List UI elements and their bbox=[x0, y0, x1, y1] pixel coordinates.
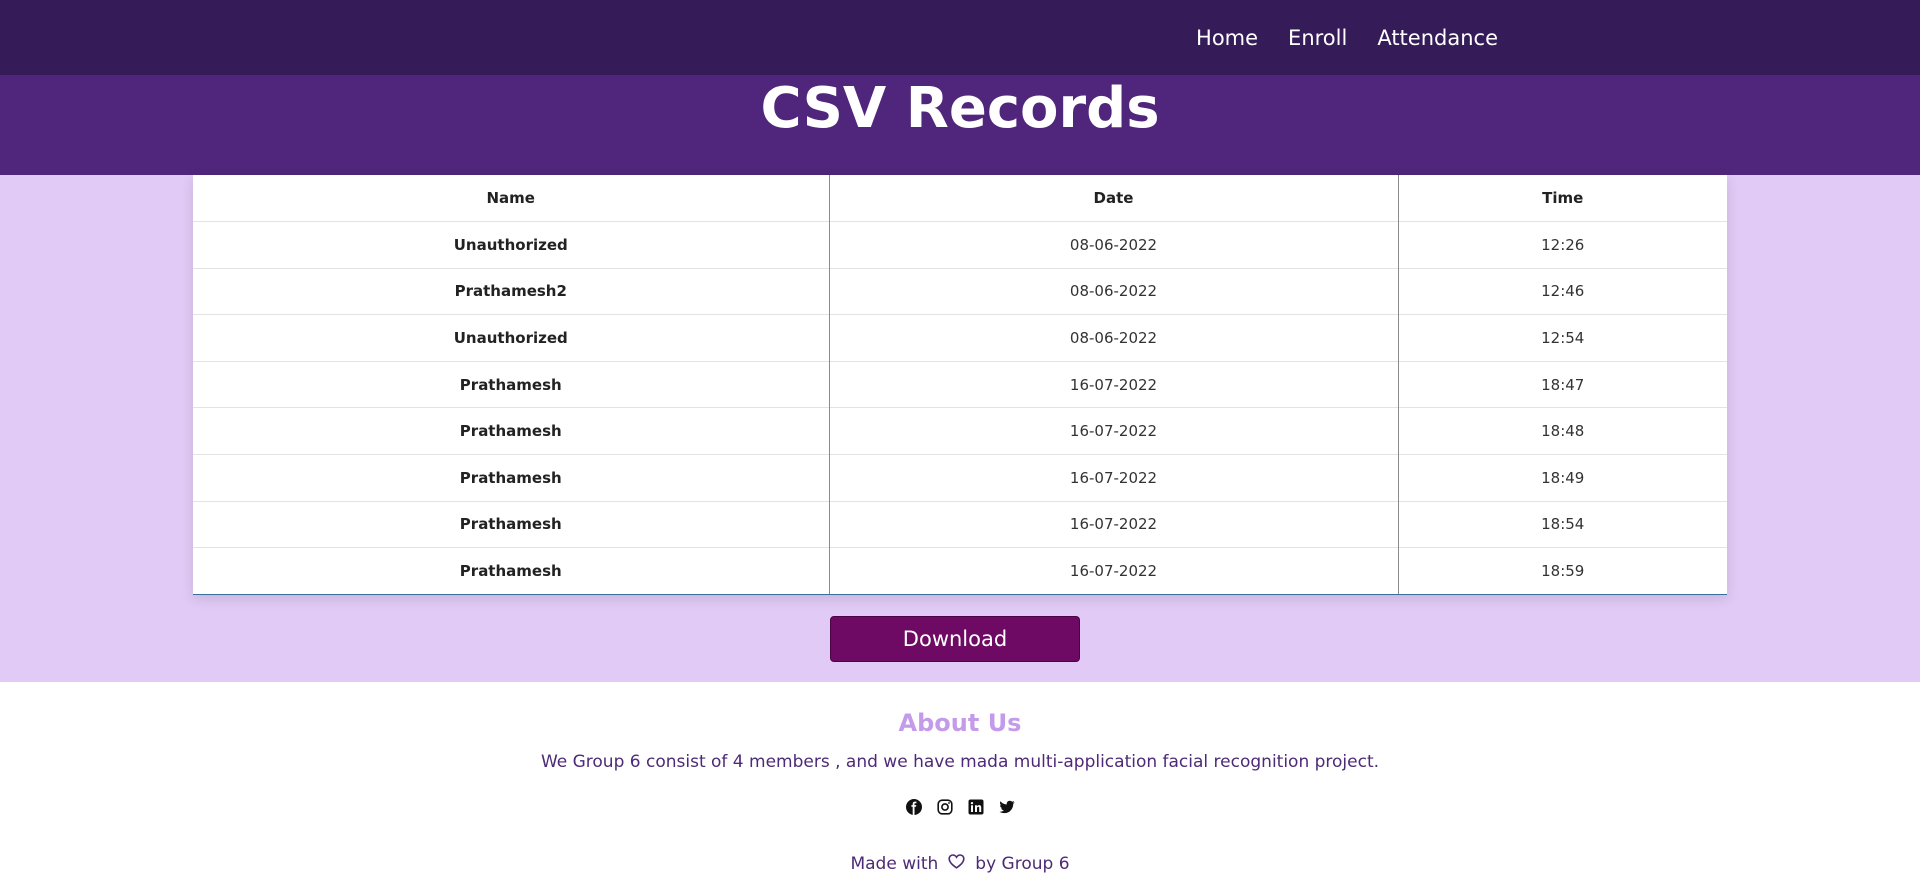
download-button[interactable]: Download bbox=[830, 616, 1080, 662]
table-row: Prathamesh 16-07-2022 18:47 bbox=[193, 360, 1727, 408]
column-header-name: Name bbox=[193, 175, 830, 222]
main-content: Name Date Time Unauthorized 08-06-2022 1… bbox=[0, 175, 1920, 682]
records-table: Name Date Time Unauthorized 08-06-2022 1… bbox=[193, 175, 1727, 595]
page-title: CSV Records bbox=[760, 76, 1160, 141]
cell-name: Prathamesh bbox=[193, 547, 830, 595]
hero-banner: CSV Records bbox=[0, 75, 1920, 175]
table-header-row: Name Date Time bbox=[193, 175, 1727, 222]
cell-date: 08-06-2022 bbox=[829, 221, 1399, 269]
cell-date: 08-06-2022 bbox=[829, 314, 1399, 362]
linkedin-icon[interactable] bbox=[967, 798, 985, 816]
nav-link-home[interactable]: Home bbox=[1196, 26, 1258, 50]
cell-name: Prathamesh bbox=[193, 360, 830, 408]
cell-date: 16-07-2022 bbox=[829, 500, 1399, 548]
cell-date: 16-07-2022 bbox=[829, 360, 1399, 408]
cell-time: 18:48 bbox=[1398, 407, 1727, 455]
instagram-icon[interactable] bbox=[936, 798, 954, 816]
nav-link-enroll[interactable]: Enroll bbox=[1288, 26, 1347, 50]
cell-time: 18:54 bbox=[1398, 500, 1727, 548]
cell-name: Prathamesh bbox=[193, 500, 830, 548]
table-row: Prathamesh 16-07-2022 18:59 bbox=[193, 547, 1727, 595]
cell-name: Prathamesh bbox=[193, 454, 830, 502]
cell-name: Prathamesh2 bbox=[193, 267, 830, 315]
twitter-icon[interactable] bbox=[998, 798, 1016, 816]
cell-time: 12:46 bbox=[1398, 267, 1727, 315]
table-row: Prathamesh2 08-06-2022 12:46 bbox=[193, 267, 1727, 315]
table-row: Unauthorized 08-06-2022 12:26 bbox=[193, 221, 1727, 269]
made-with-prefix: Made with bbox=[850, 854, 939, 874]
footer: About Us We Group 6 consist of 4 members… bbox=[0, 682, 1920, 896]
nav-link-attendance[interactable]: Attendance bbox=[1377, 26, 1498, 50]
cell-date: 16-07-2022 bbox=[829, 547, 1399, 595]
cell-name: Unauthorized bbox=[193, 221, 830, 269]
nav-links: Home Enroll Attendance bbox=[1196, 0, 1498, 75]
navbar: Home Enroll Attendance bbox=[0, 0, 1920, 75]
cell-time: 18:47 bbox=[1398, 360, 1727, 408]
table-row: Prathamesh 16-07-2022 18:54 bbox=[193, 500, 1727, 548]
cell-time: 12:54 bbox=[1398, 314, 1727, 362]
column-header-date: Date bbox=[829, 175, 1399, 222]
facebook-icon[interactable] bbox=[905, 798, 923, 816]
records-table-card: Name Date Time Unauthorized 08-06-2022 1… bbox=[193, 175, 1727, 596]
social-links bbox=[0, 798, 1920, 816]
about-us-text: We Group 6 consist of 4 members , and we… bbox=[540, 752, 1380, 772]
made-with-line: Made with by Group 6 bbox=[0, 854, 1920, 874]
cell-name: Unauthorized bbox=[193, 314, 830, 362]
cell-time: 12:26 bbox=[1398, 221, 1727, 269]
column-header-time: Time bbox=[1542, 189, 1584, 208]
table-row: Unauthorized 08-06-2022 12:54 bbox=[193, 314, 1727, 362]
heart-icon bbox=[948, 854, 965, 874]
made-with-suffix: by Group 6 bbox=[975, 854, 1070, 874]
cell-date: 16-07-2022 bbox=[829, 407, 1399, 455]
about-us-heading: About Us bbox=[898, 709, 1022, 737]
cell-date: 08-06-2022 bbox=[829, 267, 1399, 315]
cell-date: 16-07-2022 bbox=[829, 454, 1399, 502]
table-row: Prathamesh 16-07-2022 18:49 bbox=[193, 454, 1727, 502]
cell-name: Prathamesh bbox=[193, 407, 830, 455]
cell-time: 18:59 bbox=[1398, 547, 1727, 595]
table-row: Prathamesh 16-07-2022 18:48 bbox=[193, 407, 1727, 455]
cell-time: 18:49 bbox=[1398, 454, 1727, 502]
